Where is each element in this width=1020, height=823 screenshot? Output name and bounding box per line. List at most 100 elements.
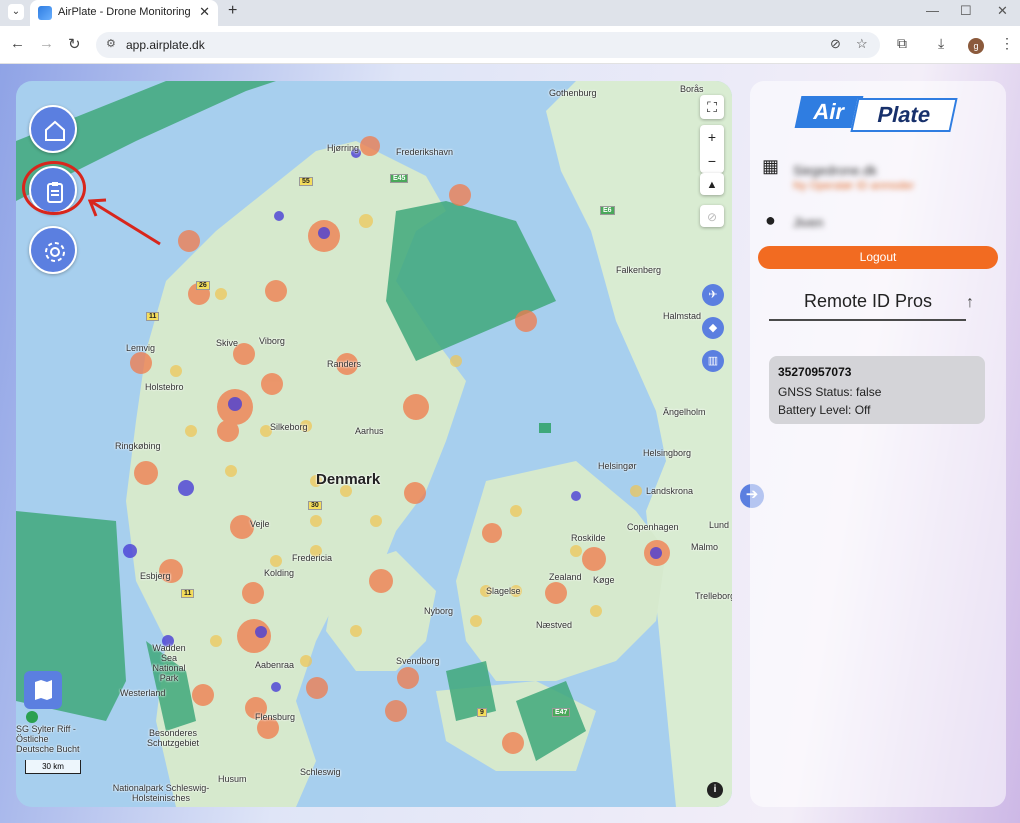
zone-label: Besonderes Schutzgebiet <box>146 728 200 748</box>
back-icon[interactable]: ← <box>10 35 25 52</box>
logo-plate: Plate <box>850 98 958 132</box>
fullscreen-button[interactable]: ⛶ <box>700 95 724 119</box>
road-shield: 11 <box>181 589 195 598</box>
building-icon: ▦ <box>762 156 780 176</box>
country-label: Denmark <box>316 471 381 488</box>
city-label: Frederikshavn <box>396 147 454 157</box>
city-label: Borås <box>680 84 704 94</box>
city-label: Husum <box>218 774 247 784</box>
battery-level: Battery Level: Off <box>778 403 871 417</box>
menu-icon[interactable]: ⋮ <box>1000 35 1014 52</box>
forward-icon[interactable]: → <box>39 35 54 52</box>
city-label: Næstved <box>536 620 573 630</box>
map-view[interactable]: Gothenburg Borås Hjørring Frederikshavn … <box>16 81 732 807</box>
user-name: Jiven <box>793 215 824 230</box>
city-label: Kolding <box>264 568 295 578</box>
map-scale: 30 km <box>25 760 81 774</box>
city-label: Nyborg <box>424 606 454 616</box>
road-shield: 26 <box>196 281 210 290</box>
remote-id-card[interactable]: 35270957073 GNSS Status: false Battery L… <box>769 356 985 424</box>
columns-icon[interactable]: ▥ <box>702 350 724 372</box>
zoom-controls: + − <box>700 125 724 173</box>
settings-button[interactable] <box>29 226 77 274</box>
zoom-out-button[interactable]: − <box>700 149 724 173</box>
zone-label: Wadden Sea National Park <box>152 643 186 683</box>
city-label: Falkenberg <box>616 265 662 275</box>
map-type-button[interactable] <box>24 671 62 709</box>
city-label: Slagelse <box>486 586 521 596</box>
url-field[interactable]: ⚙ app.airplate.dk ⊘ ☆ <box>96 32 880 58</box>
close-window-icon[interactable]: ✕ <box>997 3 1008 19</box>
user-icon: ● <box>765 210 776 230</box>
road-shield: E6 <box>600 206 615 215</box>
city-label: Zealand <box>549 572 582 582</box>
tracking-blocked-icon[interactable]: ⊘ <box>830 36 841 52</box>
road-shield: E45 <box>390 174 409 183</box>
city-label: Westerland <box>120 688 166 698</box>
annotation-circle <box>22 161 86 215</box>
city-label: Trelleborg <box>695 591 732 601</box>
zone-label: SG Sylter Riff - Östliche Deutsche Bucht <box>16 724 80 754</box>
tab-close-icon[interactable]: ✕ <box>199 4 210 20</box>
road-shield: 55 <box>299 177 313 186</box>
city-label: Aabenraa <box>255 660 295 670</box>
city-label: Fredericia <box>292 553 333 563</box>
organization-sub: Ny Operatør ID anmoder <box>793 180 915 192</box>
section-title: Remote ID Pros <box>803 291 933 311</box>
reload-icon[interactable]: ↻ <box>68 35 81 53</box>
home-button[interactable] <box>29 105 77 153</box>
geolocate-disabled-icon[interactable]: ⊘ <box>700 205 724 227</box>
compass-button[interactable]: ▲ <box>700 173 724 195</box>
city-label: Helsingør <box>598 461 637 471</box>
annotation-arrow-icon <box>87 198 161 246</box>
city-label: Roskilde <box>571 533 606 543</box>
info-icon[interactable]: i <box>707 782 723 798</box>
tab-search-dropdown[interactable]: ⌄ <box>8 4 24 20</box>
favicon-icon <box>38 6 52 20</box>
browser-tab[interactable]: AirPlate - Drone Monitoring & T ✕ <box>30 0 218 26</box>
city-label: Aarhus <box>355 426 384 436</box>
city-label: Copenhagen <box>627 522 679 532</box>
new-tab-button[interactable]: + <box>228 2 237 20</box>
tab-title: AirPlate - Drone Monitoring & T <box>58 6 194 18</box>
maximize-icon[interactable]: ☐ <box>960 3 972 19</box>
city-label: Silkeborg <box>270 422 308 432</box>
logout-button[interactable]: Logout <box>758 246 998 269</box>
profile-avatar[interactable]: g <box>968 38 984 54</box>
road-shield: 9 <box>477 708 487 717</box>
city-label: Flensburg <box>255 712 296 722</box>
city-label: Malmo <box>691 542 719 552</box>
city-label: Svendborg <box>396 656 440 666</box>
site-info-icon[interactable]: ⚙ <box>106 37 116 50</box>
url-text: app.airplate.dk <box>126 38 205 52</box>
map-icon <box>35 680 52 700</box>
poi-marker-icon <box>26 711 38 723</box>
city-label: Hjørring <box>327 143 360 153</box>
extensions-icon[interactable]: ⧉ <box>897 35 907 52</box>
city-label: Ängelholm <box>663 407 706 417</box>
download-icon[interactable]: ⤓ <box>938 35 944 52</box>
zoom-in-button[interactable]: + <box>700 125 724 149</box>
city-label: Køge <box>593 575 615 585</box>
gnss-status: GNSS Status: false <box>778 385 882 399</box>
layers-icon[interactable]: ◆ <box>702 317 724 339</box>
minimize-icon[interactable]: — <box>926 3 939 18</box>
zone-label: Nationalpark Schleswig-Holsteinisches <box>112 783 210 803</box>
drone-icon[interactable]: ✈ <box>702 284 724 306</box>
city-label: Lemvig <box>126 343 156 353</box>
tab-strip: ⌄ AirPlate - Drone Monitoring & T ✕ + — … <box>0 0 1020 26</box>
city-label: Lund <box>709 520 730 530</box>
device-id: 35270957073 <box>778 365 852 379</box>
collapse-up-arrow-icon[interactable]: ↑ <box>966 294 974 312</box>
city-label: Halmstad <box>663 311 702 321</box>
address-bar: ← → ↻ ⚙ app.airplate.dk ⊘ ☆ ⧉ ⤓ ⋮ <box>0 26 1020 64</box>
city-label: Landskrona <box>646 486 694 496</box>
road-shield: E47 <box>552 708 571 717</box>
city-label: Gothenburg <box>549 88 597 98</box>
city-label: Esbjerg <box>140 571 171 581</box>
road-shield: 30 <box>308 501 322 510</box>
road-shield: 11 <box>146 312 160 321</box>
city-label: Randers <box>327 359 362 369</box>
city-label: Vejle <box>250 519 270 529</box>
bookmark-star-icon[interactable]: ☆ <box>856 36 868 52</box>
